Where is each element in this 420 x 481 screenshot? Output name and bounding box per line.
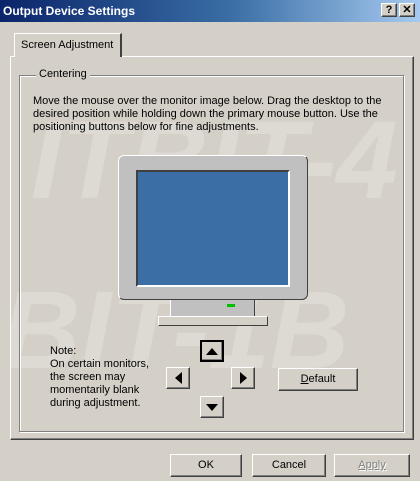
- cancel-button[interactable]: Cancel: [252, 454, 326, 477]
- monitor-screen[interactable]: [136, 170, 290, 287]
- power-led: [227, 304, 235, 307]
- move-left-button[interactable]: [166, 367, 190, 389]
- monitor-base: [158, 316, 268, 326]
- move-down-button[interactable]: [200, 396, 224, 418]
- tab-screen-adjustment[interactable]: Screen Adjustment: [14, 33, 122, 57]
- centering-instructions: Move the mouse over the monitor image be…: [33, 95, 382, 133]
- arrow-up-icon: [206, 347, 218, 355]
- adjustment-note: Note: On certain monitors, the screen ma…: [50, 345, 160, 410]
- centering-group-label: Centering: [36, 68, 90, 80]
- apply-label: Apply: [358, 459, 386, 471]
- cancel-label: Cancel: [271, 459, 307, 471]
- default-button[interactable]: Default: [278, 368, 358, 391]
- window-title: Output Device Settings: [3, 4, 136, 18]
- arrow-down-icon: [206, 403, 218, 411]
- monitor-neck: [170, 300, 255, 316]
- note-line: the screen may: [50, 371, 126, 383]
- tab-label: Screen Adjustment: [21, 39, 114, 51]
- note-line: during adjustment.: [50, 397, 141, 409]
- ok-button[interactable]: OK: [170, 454, 242, 477]
- default-label-rest: efault: [308, 373, 336, 385]
- arrow-right-icon: [239, 372, 247, 384]
- monitor-image[interactable]: [118, 155, 308, 300]
- move-right-button[interactable]: [231, 367, 255, 389]
- apply-button[interactable]: Apply: [334, 454, 410, 477]
- arrow-left-icon: [174, 372, 182, 384]
- help-button[interactable]: ?: [381, 3, 397, 17]
- title-bar: Output Device Settings ? ✕: [0, 0, 420, 22]
- close-icon: ✕: [402, 4, 412, 16]
- ok-label: OK: [198, 459, 214, 471]
- note-line: Note:: [50, 345, 77, 357]
- close-button[interactable]: ✕: [399, 3, 415, 17]
- move-up-button[interactable]: [200, 340, 224, 362]
- note-line: momentarily blank: [50, 384, 140, 396]
- default-mnemonic: D: [300, 373, 309, 385]
- note-line: On certain monitors,: [50, 358, 150, 370]
- help-icon: ?: [385, 4, 393, 16]
